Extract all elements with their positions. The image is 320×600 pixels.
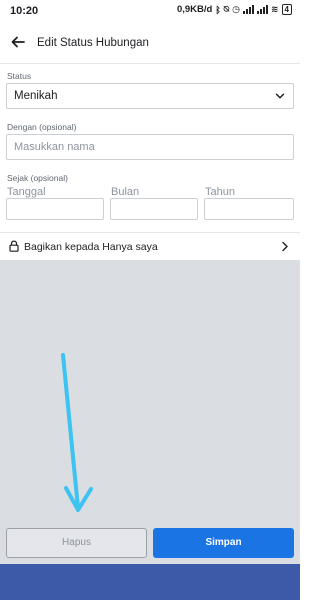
chevron-right-icon xyxy=(282,241,288,252)
status-time: 10:20 xyxy=(10,5,39,17)
status-label: Status xyxy=(7,71,32,81)
bluetooth-icon: ᛒ xyxy=(215,4,221,15)
year-input[interactable] xyxy=(204,198,294,220)
year-placeholder: Tahun xyxy=(205,186,235,198)
wifi-icon: ≋ xyxy=(271,4,279,14)
annotation-arrow-icon xyxy=(61,353,93,512)
bottom-bar xyxy=(0,564,300,600)
app-header: Edit Status Hubungan xyxy=(0,22,300,64)
status-bar: 10:20 0,9KB/d ᛒ ⍉ ◷ ≋ 4 xyxy=(0,0,300,22)
status-value: Menikah xyxy=(14,90,58,102)
since-label: Sejak (opsional) xyxy=(7,173,68,183)
mute-icon: ⍉ xyxy=(223,4,230,14)
month-placeholder: Bulan xyxy=(111,186,140,198)
partner-placeholder: Masukkan nama xyxy=(14,141,95,153)
page-title: Edit Status Hubungan xyxy=(37,37,149,49)
privacy-row[interactable]: Bagikan kepada Hanya saya xyxy=(0,232,300,260)
signal-icon-2 xyxy=(257,5,268,14)
status-icons: 0,9KB/d ᛒ ⍉ ◷ ≋ 4 xyxy=(177,4,292,15)
delete-button[interactable]: Hapus xyxy=(6,528,147,558)
privacy-label: Bagikan kepada Hanya saya xyxy=(24,241,158,253)
lock-icon xyxy=(9,240,19,252)
network-speed: 0,9KB/d xyxy=(176,4,213,15)
relationship-form: Status Menikah Dengan (opsional) Masukka… xyxy=(0,64,300,232)
empty-area xyxy=(0,260,300,564)
day-placeholder: Tanggal xyxy=(7,186,46,198)
partner-label: Dengan (opsional) xyxy=(7,122,77,132)
month-input[interactable] xyxy=(110,198,198,220)
alarm-icon: ◷ xyxy=(232,4,240,14)
signal-icon xyxy=(243,5,254,14)
battery-icon: 4 xyxy=(281,4,292,15)
status-select[interactable]: Menikah xyxy=(6,83,294,109)
save-button[interactable]: Simpan xyxy=(153,528,294,558)
partner-input[interactable]: Masukkan nama xyxy=(6,134,294,160)
chevron-down-icon xyxy=(275,93,285,99)
back-arrow-icon[interactable] xyxy=(10,34,26,50)
day-input[interactable] xyxy=(6,198,104,220)
